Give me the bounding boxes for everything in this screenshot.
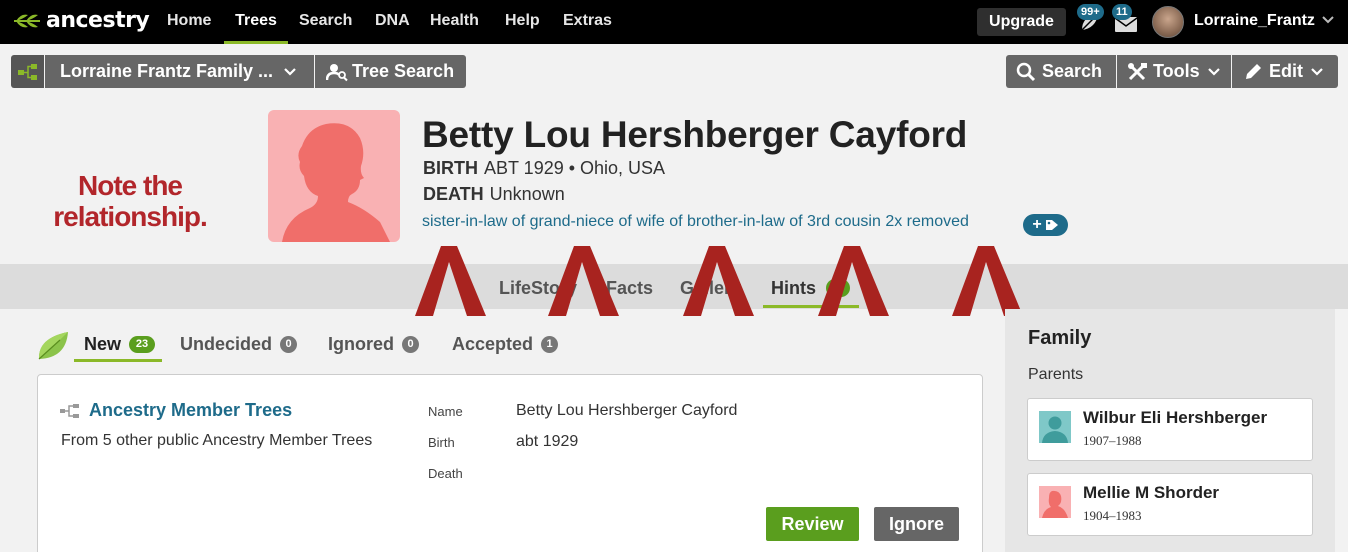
nav-health[interactable]: Health [430, 0, 479, 44]
death-line: DEATH Unknown [423, 184, 565, 205]
nav-trees[interactable]: Trees [224, 0, 288, 44]
user-avatar[interactable] [1152, 6, 1184, 38]
hint-tab-undecided[interactable]: Undecided 0 [180, 334, 298, 355]
pencil-icon [1246, 63, 1261, 79]
active-tab-indicator [763, 305, 859, 308]
edit-dropdown[interactable]: Edit [1232, 55, 1338, 88]
upgrade-button[interactable]: Upgrade [977, 8, 1066, 36]
nav-dna[interactable]: DNA [375, 0, 410, 44]
tab-gallery[interactable]: Gallery [680, 278, 741, 299]
female-silhouette-icon [1039, 486, 1071, 518]
death-value: Unknown [489, 184, 565, 204]
hint-tab-new[interactable]: New 23 [84, 334, 156, 355]
plus-icon: + [1032, 216, 1042, 233]
family-title: Family [1028, 327, 1092, 349]
add-tag-button[interactable]: + [1023, 214, 1068, 236]
tab-facts[interactable]: Facts [606, 278, 653, 299]
birth-line: BIRTH ABT 1929 • Ohio, USA [423, 158, 665, 179]
nav-home[interactable]: Home [167, 0, 211, 44]
hints-tab-badge [826, 279, 850, 297]
hint-source-title[interactable]: Ancestry Member Trees [89, 400, 292, 421]
hint-tab-accepted-label: Accepted [452, 334, 534, 354]
chevron-down-icon [284, 67, 296, 76]
hint-field-label: Name [428, 404, 463, 419]
tools-icon [1128, 62, 1147, 80]
tag-icon [1045, 220, 1058, 230]
tree-source-icon [60, 404, 79, 418]
hint-tab-accepted[interactable]: Accepted 1 [452, 334, 559, 355]
ignore-button[interactable]: Ignore [874, 507, 959, 541]
tree-search-label: Tree Search [352, 61, 455, 81]
tools-dropdown[interactable]: Tools [1117, 55, 1231, 88]
page-edge [1335, 309, 1348, 552]
edit-label: Edit [1269, 61, 1303, 81]
person-name: Betty Lou Hershberger Cayford [422, 114, 968, 155]
family-member-name: Mellie M Shorder [1083, 483, 1220, 502]
ancestry-logo[interactable]: ancestry [12, 8, 150, 33]
messages-count-badge: 11 [1112, 4, 1132, 20]
review-button[interactable]: Review [766, 507, 859, 541]
relationship-link[interactable]: sister-in-law of grand-niece of wife of … [422, 213, 969, 231]
nav-help[interactable]: Help [505, 0, 540, 44]
hint-tab-ignored[interactable]: Ignored 0 [328, 334, 419, 355]
chevron-down-icon [1207, 67, 1220, 76]
username[interactable]: Lorraine_Frantz [1194, 0, 1315, 42]
hint-field-value: Betty Lou Hershberger Cayford [516, 402, 738, 419]
search-icon [1016, 62, 1036, 81]
hint-tab-ignored-count: 0 [402, 336, 419, 353]
family-member-dates: 1907–1988 [1083, 433, 1142, 448]
annotation-line-2: relationship. [53, 201, 207, 232]
male-silhouette-icon [1039, 411, 1071, 443]
hint-source-subtitle: From 5 other public Ancestry Member Tree… [61, 432, 373, 449]
hint-field-value: abt 1929 [516, 433, 579, 450]
hint-tab-indicator [74, 359, 162, 362]
hint-tab-undecided-count: 0 [280, 336, 298, 353]
parents-label: Parents [1028, 366, 1084, 383]
hint-field-label: Death [428, 466, 463, 481]
tree-pedigree-icon [17, 63, 37, 80]
search-label: Search [1042, 61, 1103, 81]
family-member-card[interactable]: Mellie M Shorder 1904–1983 [1027, 473, 1313, 536]
nav-extras[interactable]: Extras [563, 0, 612, 44]
tab-hints[interactable]: Hints [771, 278, 816, 299]
tools-label: Tools [1153, 61, 1200, 81]
top-nav-bar: ancestry Home Trees Search DNA Health He… [0, 0, 1348, 44]
hint-tab-ignored-label: Ignored [328, 334, 394, 354]
family-member-card[interactable]: Wilbur Eli Hershberger 1907–1988 [1027, 398, 1313, 461]
death-label: DEATH [423, 184, 484, 204]
tree-search-button[interactable]: Tree Search [315, 55, 466, 88]
hint-tab-accepted-count: 1 [541, 336, 559, 353]
hint-tab-undecided-label: Undecided [180, 334, 273, 354]
hints-count-badge: 99+ [1077, 4, 1104, 20]
family-member-dates: 1904–1983 [1083, 508, 1142, 523]
tree-name-label: Lorraine Frantz Family ... [60, 61, 274, 81]
tree-view-button[interactable] [11, 55, 44, 88]
nav-search[interactable]: Search [299, 0, 352, 44]
birth-value: ABT 1929 • Ohio, USA [484, 158, 666, 178]
birth-label: BIRTH [423, 158, 478, 178]
family-member-name: Wilbur Eli Hershberger [1083, 408, 1268, 427]
tab-lifestory[interactable]: LifeStory [499, 278, 577, 299]
female-silhouette-icon [282, 123, 390, 242]
person-search-icon [326, 63, 348, 81]
chevron-down-icon[interactable] [1321, 13, 1335, 27]
chevron-down-icon [1311, 67, 1323, 76]
tree-name-dropdown[interactable]: Lorraine Frantz Family ... [45, 55, 314, 88]
hint-leaf-icon [38, 332, 68, 360]
hint-tab-new-label: New [84, 334, 122, 354]
logo-text: ancestry [46, 8, 150, 33]
profile-portrait[interactable] [268, 110, 400, 242]
annotation-line-1: Note the [78, 170, 183, 201]
search-button[interactable]: Search [1006, 55, 1116, 88]
leaf-logo-icon [14, 14, 40, 27]
profile-tab-bar [0, 264, 1348, 309]
annotation-note: Note the relationship. [44, 170, 216, 232]
hint-tab-new-count: 23 [129, 336, 156, 353]
hint-field-label: Birth [428, 435, 455, 450]
